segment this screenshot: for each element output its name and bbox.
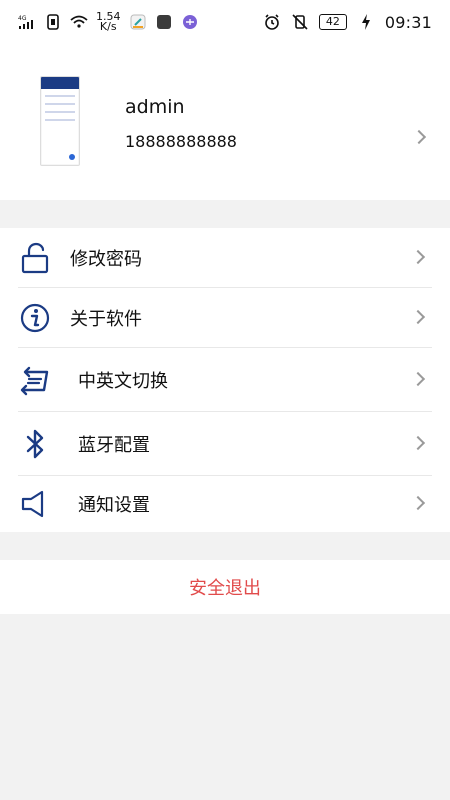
wifi-icon xyxy=(70,13,88,31)
status-left: 4G 1.54 K/s xyxy=(18,10,199,33)
logout-button[interactable]: 安全退出 xyxy=(0,560,450,614)
chevron-right-icon xyxy=(410,495,426,511)
avatar-thumb-header xyxy=(41,77,79,89)
lock-icon xyxy=(17,240,53,276)
menu-item-language-switch[interactable]: 中英文切换 xyxy=(0,348,450,412)
chevron-right-icon xyxy=(410,249,426,265)
logout-label: 安全退出 xyxy=(189,578,261,599)
svg-text:4G: 4G xyxy=(18,15,27,22)
menu-item-bluetooth[interactable]: 蓝牙配置 xyxy=(0,412,450,476)
battery-indicator: 42 xyxy=(318,14,347,30)
status-right: 42 09:31 xyxy=(263,13,432,32)
charging-icon xyxy=(357,13,375,31)
chevron-right-icon xyxy=(410,309,426,325)
clock-time: 09:31 xyxy=(384,12,432,32)
app-notification-icon xyxy=(129,13,147,31)
menu-item-about[interactable]: 关于软件 xyxy=(0,288,450,348)
sim-icon xyxy=(44,13,62,31)
usb-icon xyxy=(181,13,199,31)
avatar-thumb-line xyxy=(45,103,75,105)
signal-icon: 4G xyxy=(18,13,36,31)
dark-app-icon xyxy=(155,13,173,31)
profile-phone: 18888888888 xyxy=(125,132,237,151)
bluetooth-icon xyxy=(17,426,53,462)
menu-item-change-password[interactable]: 修改密码 xyxy=(0,228,450,288)
chevron-right-icon xyxy=(411,129,427,145)
swap-icon xyxy=(17,362,53,398)
speaker-icon xyxy=(17,486,53,522)
battery-level: 42 xyxy=(325,15,340,28)
info-icon xyxy=(17,300,53,336)
settings-menu: 修改密码 关于软件 中英文切换 蓝牙配置 通知设置 xyxy=(0,228,450,532)
profile-name: admin xyxy=(125,96,185,118)
network-speed: 1.54 K/s xyxy=(96,10,121,33)
avatar xyxy=(40,76,80,166)
menu-item-label: 修改密码 xyxy=(70,249,142,270)
menu-item-label: 关于软件 xyxy=(70,309,142,330)
alarm-icon xyxy=(263,13,281,31)
avatar-thumb-dot xyxy=(69,154,75,160)
profile-card[interactable]: admin 18888888888 xyxy=(0,44,450,200)
bottom-fill xyxy=(0,614,450,800)
menu-item-label: 通知设置 xyxy=(78,495,150,516)
avatar-thumb-line xyxy=(45,111,75,113)
screen: 4G 1.54 K/s 42 09:31 admin 18888888888 修… xyxy=(0,0,450,800)
avatar-thumb-line xyxy=(45,95,75,97)
chevron-right-icon xyxy=(410,371,426,387)
vibrate-off-icon xyxy=(291,13,309,31)
menu-item-label: 蓝牙配置 xyxy=(78,435,150,456)
chevron-right-icon xyxy=(410,435,426,451)
status-bar: 4G 1.54 K/s 42 09:31 xyxy=(0,0,450,44)
menu-item-notifications[interactable]: 通知设置 xyxy=(0,476,450,532)
menu-item-label: 中英文切换 xyxy=(78,371,168,392)
avatar-thumb-line xyxy=(45,119,75,121)
